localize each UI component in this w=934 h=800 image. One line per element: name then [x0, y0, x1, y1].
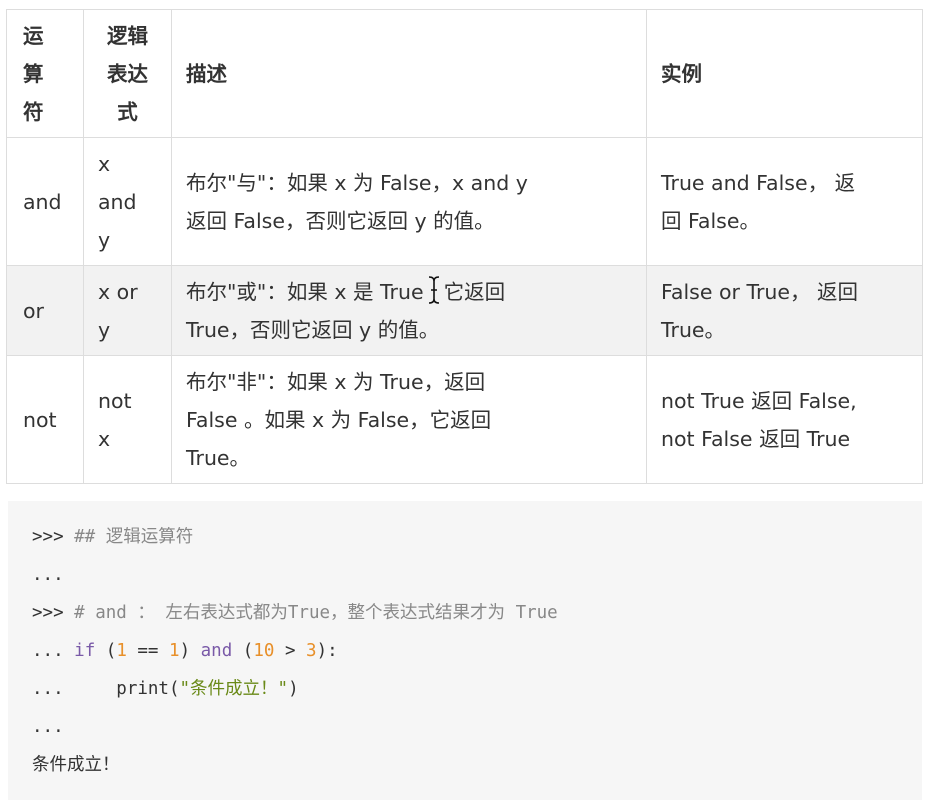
table-row: and x and y 布尔"与"：如果 x 为 False，x and y 返… — [6, 137, 923, 266]
prompt: ... — [32, 641, 64, 661]
code-punct: ): — [316, 641, 338, 661]
code-line-4: ... if (1 == 1) and (10 > 3): — [32, 636, 338, 666]
text-cursor-icon — [426, 275, 442, 305]
code-block: >>> ## 逻辑运算符 ... >>> # and ： 左右表达式都为True… — [8, 501, 922, 800]
table-row: or x or y 布尔"或"：如果 x 是 True 它返回 True，否则它返… — [6, 265, 923, 356]
prompt: ... — [32, 679, 64, 699]
cell-example: False or True， 返回 True。 — [646, 265, 923, 356]
header-expression: 逻辑 表达 式 — [83, 9, 172, 138]
prompt: >>> — [32, 527, 64, 547]
code-line-5: ... print("条件成立！") — [32, 674, 299, 704]
cell-operator: not — [6, 355, 84, 484]
cell-expression: x and y — [83, 137, 172, 266]
cell-operator: or — [6, 265, 84, 356]
code-punct: ( — [232, 641, 254, 661]
keyword-and: and — [200, 641, 233, 661]
cell-expression: not x — [83, 355, 172, 484]
prompt: >>> — [32, 603, 64, 623]
operators-table: 运 算 符 逻辑 表达 式 描述 实例 and x and y 布尔"与"：如果… — [6, 9, 923, 484]
code-line-3: >>> # and ： 左右表达式都为True，整个表达式结果才为 True — [32, 598, 558, 628]
code-number: 1 — [169, 641, 180, 661]
cell-example: True and False， 返 回 False。 — [646, 137, 923, 266]
code-line-1: >>> ## 逻辑运算符 — [32, 522, 193, 552]
code-punct: ( — [95, 641, 117, 661]
description-part-1: 布尔"或"：如果 x 是 True — [186, 279, 424, 304]
header-example: 实例 — [646, 9, 923, 138]
code-operator: == — [126, 641, 170, 661]
cell-description: 布尔"或"：如果 x 是 True 它返回 True，否则它返回 y 的值。 — [171, 265, 647, 356]
code-output: 条件成立！ — [32, 755, 120, 775]
code-punct: ) — [179, 641, 201, 661]
cell-operator: and — [6, 137, 84, 266]
code-call: print( — [63, 679, 180, 699]
code-number: 1 — [116, 641, 127, 661]
cell-example: not True 返回 False, not False 返回 True — [646, 355, 923, 484]
table-row: not not x 布尔"非"：如果 x 为 True，返回 False 。如果… — [6, 355, 923, 484]
table-header-row: 运 算 符 逻辑 表达 式 描述 实例 — [6, 9, 923, 138]
keyword-if: if — [74, 641, 96, 661]
code-comment: ## 逻辑运算符 — [63, 527, 194, 547]
code-line-6: ... — [32, 717, 64, 737]
cell-description: 布尔"非"：如果 x 为 True，返回 False 。如果 x 为 False… — [171, 355, 647, 484]
code-number: 3 — [306, 641, 317, 661]
code-operator: > — [274, 641, 307, 661]
code-number: 10 — [253, 641, 275, 661]
code-punct: ) — [288, 679, 299, 699]
code-line-2: ... — [32, 565, 64, 585]
header-description: 描述 — [171, 9, 647, 138]
header-operator: 运 算 符 — [6, 9, 84, 138]
code-string: "条件成立！" — [179, 679, 289, 699]
cell-description: 布尔"与"：如果 x 为 False，x and y 返回 False，否则它返… — [171, 137, 647, 266]
cell-expression: x or y — [83, 265, 172, 356]
code-comment: # and ： 左右表达式都为True，整个表达式结果才为 True — [63, 603, 558, 623]
